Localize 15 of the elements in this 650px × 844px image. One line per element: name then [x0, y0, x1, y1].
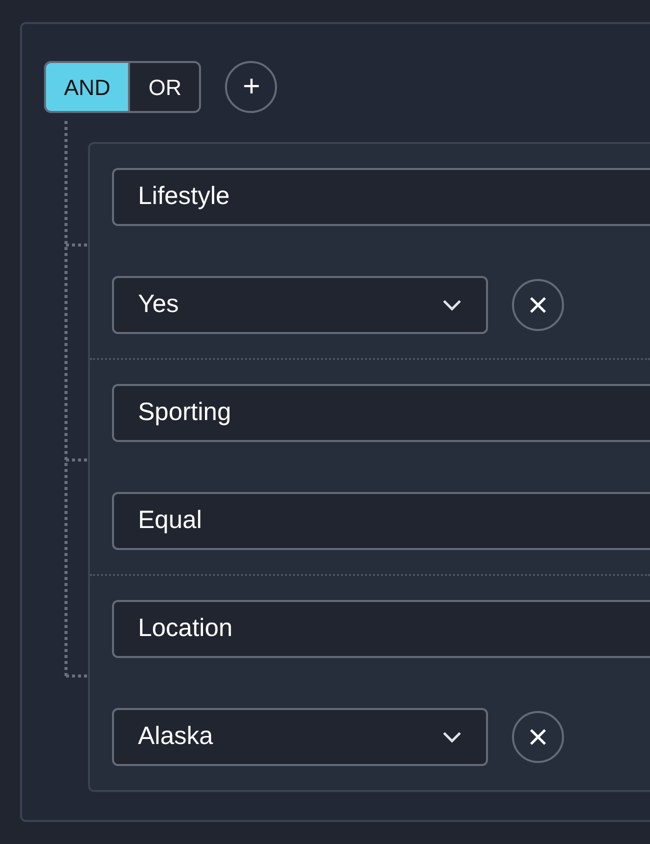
value-select[interactable]: Yes: [112, 276, 488, 334]
add-button[interactable]: +: [225, 61, 278, 113]
close-icon: [529, 728, 547, 746]
chevron-down-icon: [442, 731, 462, 743]
remove-button[interactable]: [512, 279, 564, 331]
operator-field[interactable]: Equal: [112, 492, 650, 550]
remove-button[interactable]: [512, 711, 564, 763]
combinator-tab[interactable]: AND: [46, 63, 128, 111]
field-select[interactable]: Lifestyle: [112, 168, 650, 226]
field-select[interactable]: Location: [112, 600, 650, 658]
chevron-down-icon: [442, 299, 462, 311]
field-select[interactable]: Sporting: [112, 384, 650, 442]
close-icon: [529, 296, 547, 314]
value-select[interactable]: Alaska: [112, 708, 488, 766]
combinator-tab[interactable]: OR: [128, 63, 200, 111]
